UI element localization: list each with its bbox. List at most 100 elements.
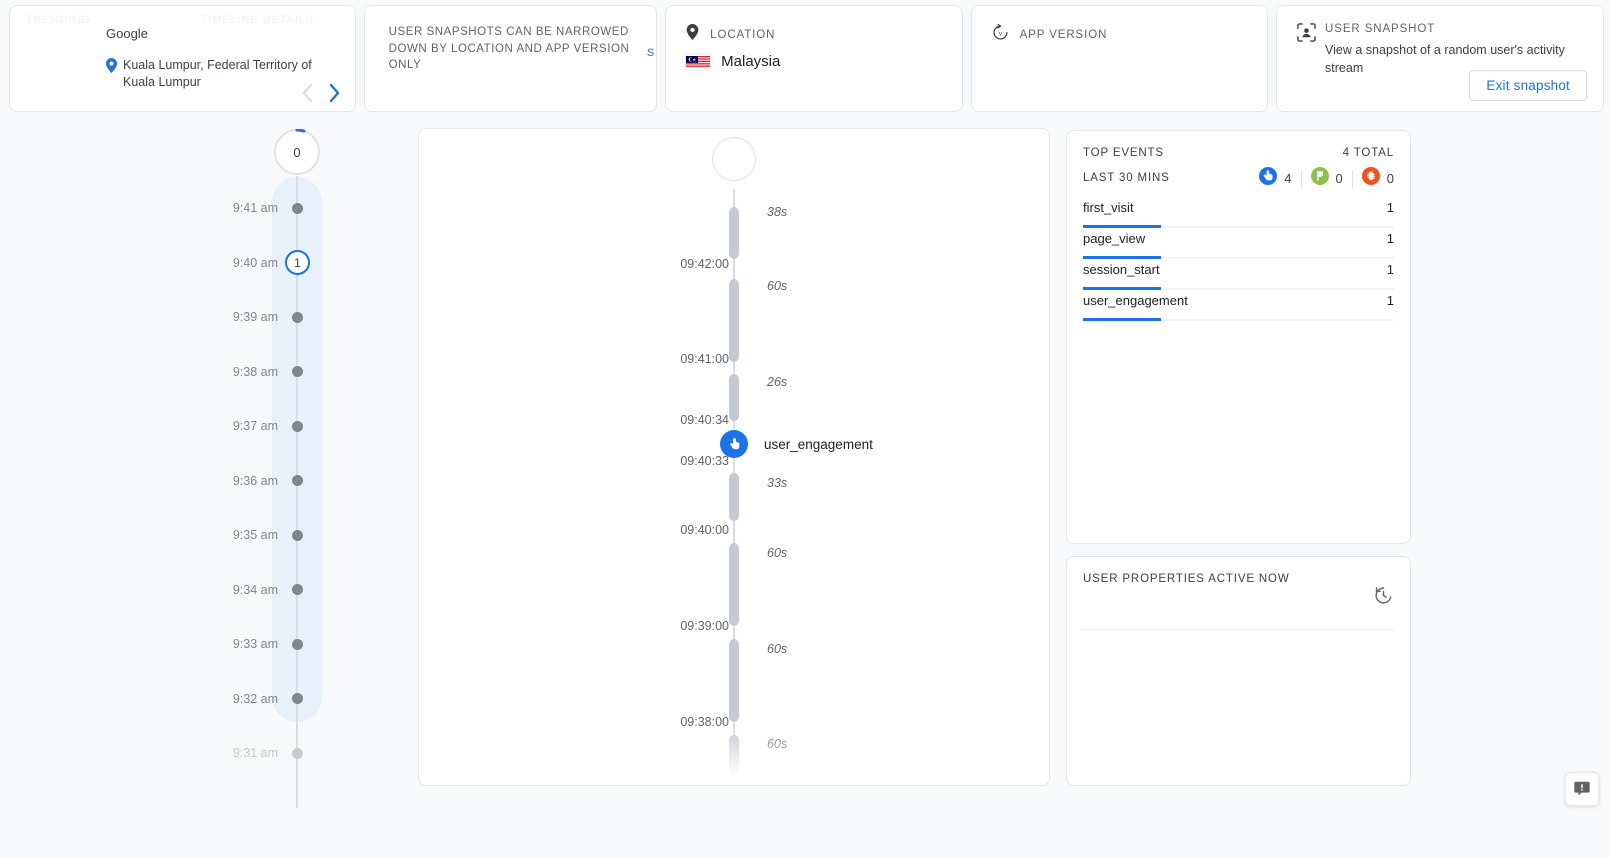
top-event-row[interactable]: user_engagement 1 [1083, 290, 1394, 321]
stream-timestamp: 09:42:00 [680, 257, 729, 271]
top-event-count: 1 [1386, 231, 1394, 246]
dial-progress-arc [295, 129, 306, 133]
minute-row-label: 9:34 am [232, 582, 278, 597]
badge-conversion-events: 0 [1310, 167, 1343, 190]
minute-dot[interactable] [292, 638, 303, 650]
app-version-card-title: APP VERSION [1019, 29, 1108, 41]
error-event-count: 0 [1386, 171, 1394, 186]
user-snapshot-scan-icon [1297, 23, 1316, 47]
minute-row[interactable]: 9:31 am [190, 743, 350, 763]
gap-bar [729, 543, 739, 626]
activity-stream-inner: 38s 60s 26s 33s 60s 60s 60s 09:42:00 09:… [419, 129, 1049, 785]
minute-row-label: 9:37 am [232, 419, 278, 433]
top-events-total: 4 TOTAL [1342, 147, 1394, 159]
touch-event-icon [729, 437, 739, 449]
top-event-count: 1 [1386, 200, 1394, 215]
minute-row[interactable]: 9:37 am [190, 416, 350, 436]
activity-stream-card[interactable]: 38s 60s 26s 33s 60s 60s 60s 09:42:00 09:… [418, 128, 1050, 786]
minute-row[interactable]: 9:32 am [190, 689, 350, 709]
gap-duration-label: 60s [767, 279, 788, 293]
stream-timestamp: 09:40:33 [680, 454, 729, 468]
top-event-row[interactable]: page_view 1 [1083, 228, 1394, 259]
trending-location: Kuala Lumpur, Federal Territory of Kuala… [106, 57, 316, 91]
top-event-row[interactable]: first_visit 1 [1083, 197, 1394, 228]
gap-duration-label: 38s [767, 205, 788, 219]
minute-dot[interactable] [292, 693, 303, 704]
trending-location-label: Kuala Lumpur, Federal Territory of Kuala… [123, 58, 312, 89]
minute-row-label: 9:38 am [232, 364, 278, 379]
malaysia-flag-icon [686, 54, 711, 70]
svg-text:v: v [998, 30, 1002, 37]
gap-duration-label: 60s [767, 737, 788, 751]
event-name-label: user_engagement [764, 437, 873, 452]
minute-dot[interactable] [292, 366, 303, 377]
snapshot-hint-text: USER SNAPSHOTS CAN BE NARROWED DOWN BY L… [388, 26, 630, 72]
activity-stream-head-circle [712, 137, 756, 181]
minute-row-label: 9:39 am [232, 310, 278, 324]
stream-timestamp: 09:39:00 [680, 619, 729, 633]
minute-row[interactable]: 9:40 am 1 [190, 250, 350, 275]
minute-row[interactable]: 9:34 am [190, 580, 350, 600]
location-card-header: LOCATION [686, 24, 775, 45]
location-card-value-row: Malaysia [686, 53, 780, 70]
minute-dot[interactable] [292, 420, 303, 432]
gap-duration-label: 60s [767, 642, 788, 656]
minute-row[interactable]: 9:41 am [190, 198, 350, 218]
realtime-user-snapshot-page: TRENDING TIMELINE DETAILS Google Kuala L… [0, 0, 1609, 858]
top-event-name: first_visit [1083, 200, 1134, 215]
gap-bar [729, 207, 739, 259]
summary-cards-row: TRENDING TIMELINE DETAILS Google Kuala L… [9, 5, 1605, 112]
minute-dot[interactable] [292, 529, 303, 541]
minute-row[interactable]: 9:38 am [190, 362, 350, 382]
badge-separator [1300, 169, 1302, 188]
minute-dot[interactable] [292, 584, 303, 595]
gap-bar [729, 639, 739, 722]
user-properties-panel: USER PROPERTIES ACTIVE NOW [1066, 556, 1411, 786]
ghost-tab-trending: TRENDING [26, 14, 91, 26]
history-icon[interactable] [1373, 585, 1394, 606]
prev-arrow-icon[interactable] [301, 83, 314, 103]
top-event-count: 1 [1386, 262, 1394, 277]
user-snapshot-card: USER SNAPSHOT View a snapshot of a rando… [1276, 5, 1605, 112]
flag-conversion-icon [1310, 167, 1329, 190]
top-event-bar-fill [1083, 318, 1161, 321]
next-arrow-icon[interactable] [328, 83, 341, 103]
minute-dot-active[interactable]: 1 [285, 250, 310, 275]
minute-row-label: 9:36 am [232, 473, 278, 488]
trending-card: TRENDING TIMELINE DETAILS Google Kuala L… [9, 5, 356, 112]
badge-error-events: 0 [1361, 167, 1394, 190]
app-version-icon: v [992, 23, 1009, 46]
current-minute-dial: 0 [274, 129, 320, 175]
badge-separator [1351, 169, 1353, 188]
minute-dot[interactable] [292, 311, 303, 323]
minute-row[interactable]: 9:35 am [190, 525, 350, 545]
minute-row-label: 9:31 am [232, 746, 278, 760]
gap-bar [729, 473, 739, 521]
stream-timestamp: 09:40:34 [680, 413, 729, 427]
event-marker-user-engagement[interactable] [720, 430, 748, 458]
touch-event-count: 4 [1284, 171, 1292, 186]
minute-dot[interactable] [292, 747, 303, 759]
exit-snapshot-button[interactable]: Exit snapshot [1469, 70, 1588, 101]
hint-overflow-marker: S [646, 47, 655, 59]
minute-timeline-axis: 0 9:41 am 9:40 am 1 9:39 am 9:38 am 9:37 am 9:… [190, 126, 350, 808]
trending-pagination [301, 83, 341, 103]
minute-dot[interactable] [292, 202, 303, 214]
minute-row[interactable]: 9:36 am [190, 471, 350, 491]
trending-body: Google Kuala Lumpur, Federal Territory o… [106, 26, 316, 91]
minute-row-label: 9:32 am [232, 691, 278, 706]
minute-row-label: 9:33 am [232, 637, 278, 651]
minute-row[interactable]: 9:33 am [190, 634, 350, 654]
event-type-badges: 4 0 0 [1259, 167, 1394, 190]
minute-row[interactable]: 9:39 am [190, 307, 350, 327]
trending-source-label: Google [106, 26, 148, 41]
gap-bar [729, 374, 739, 421]
top-event-row[interactable]: session_start 1 [1083, 259, 1394, 290]
minute-row-label: 9:40 am [232, 255, 278, 270]
feedback-button[interactable] [1565, 772, 1599, 806]
gap-duration-label: 33s [767, 476, 788, 490]
location-card-title: LOCATION [710, 28, 776, 41]
minute-dot[interactable] [292, 475, 303, 486]
feedback-icon [1574, 781, 1590, 796]
stream-timestamp: 09:40:00 [680, 523, 729, 537]
